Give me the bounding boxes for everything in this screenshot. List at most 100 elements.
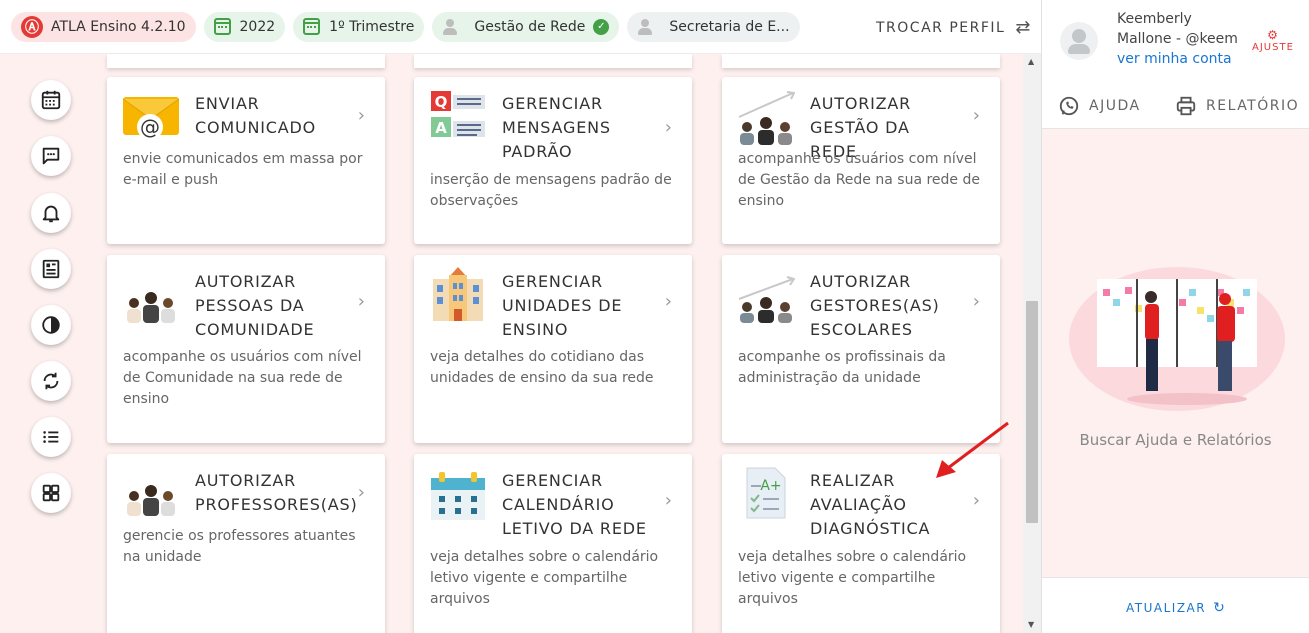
card-title: AUTORIZAR PESSOAS DA COMUNIDADE [195, 272, 315, 339]
settings-button[interactable]: ⚙ AJUSTE [1252, 28, 1294, 53]
people-growth-icon [738, 91, 795, 145]
check-icon: ✓ [593, 18, 610, 35]
sidebar-notifications-button[interactable] [31, 193, 71, 233]
calendar-icon [303, 18, 321, 35]
chevron-right-icon: › [357, 291, 365, 312]
card-description: veja detalhes do cotidiano das unidades … [430, 349, 654, 386]
account-link[interactable]: ver minha conta [1117, 51, 1232, 67]
user-name: Keemberly Mallone - @keem [1117, 11, 1238, 47]
chevron-right-icon: › [972, 490, 980, 511]
help-illustration-area: Buscar Ajuda e Relatórios [1042, 128, 1309, 578]
card-partial [107, 54, 385, 68]
card-description: gerencie os professores atuantes na unid… [123, 528, 356, 565]
calendar-board-icon [431, 472, 485, 520]
people-icon [127, 485, 175, 516]
team-board-illustration [1069, 267, 1285, 411]
newspaper-icon [42, 259, 60, 279]
app-name: ATLA Ensino 4.2.10 [51, 18, 186, 35]
period-label: 1º Trimestre [329, 18, 415, 35]
settings-label: AJUSTE [1252, 42, 1294, 53]
contrast-icon [42, 316, 60, 334]
chevron-right-icon: › [972, 105, 980, 126]
card-title: GERENCIAR MENSAGENS PADRÃO [502, 94, 611, 161]
grid-icon [42, 484, 60, 502]
secretaria-chip[interactable]: Secretaria de E... [627, 11, 800, 42]
chevron-right-icon: › [664, 117, 672, 138]
people-growth-icon [738, 276, 795, 323]
sidebar-calendar-button[interactable] [31, 80, 71, 120]
refresh-label: ATUALIZAR [1126, 601, 1207, 615]
card-enviar-comunicado[interactable]: @ ENVIAR COMUNICADO › envie comunicados … [107, 77, 385, 244]
card-autorizar-professores[interactable]: AUTORIZAR PROFESSORES(AS) › gerencie os … [107, 454, 385, 633]
report-label: RELATÓRIO [1206, 98, 1300, 114]
profile-chip[interactable]: Gestão de Rede ✓ [432, 11, 620, 42]
year-label: 2022 [239, 18, 276, 35]
annotation-arrow-icon [936, 421, 1009, 478]
sidebar-grid-button[interactable] [31, 473, 71, 513]
sidebar-sync-button[interactable] [31, 361, 71, 401]
printer-icon [1176, 96, 1196, 116]
user-icon [637, 18, 653, 35]
svg-text:@: @ [140, 115, 160, 139]
card-title: GERENCIAR UNIDADES DE ENSINO [502, 272, 623, 339]
card-description: acompanhe os profissinais da administraç… [738, 349, 946, 386]
card-description: veja detalhes sobre o calendário letivo … [738, 549, 967, 607]
sync-icon [43, 372, 59, 390]
chevron-right-icon: › [357, 105, 365, 126]
card-title: AUTORIZAR GESTORES(AS) ESCOLARES [810, 272, 940, 339]
period-chip[interactable]: 1º Trimestre [293, 11, 425, 42]
card-description: veja detalhes sobre o calendário letivo … [430, 549, 659, 607]
refresh-button[interactable]: ATUALIZAR ↻ [1126, 600, 1226, 616]
top-bar: Ⓐ ATLA Ensino 4.2.10 2022 1º Trimestre G… [0, 0, 1041, 54]
help-caption: Buscar Ajuda e Relatórios [1079, 431, 1272, 449]
card-autorizar-gestao-rede[interactable]: AUTORIZAR GESTÃO DA REDE › acompanhe os … [722, 77, 1000, 244]
atla-logo-icon: Ⓐ [21, 15, 43, 38]
bell-icon [42, 205, 60, 223]
gear-icon: ⚙ [1267, 28, 1279, 42]
card-autorizar-gestores[interactable]: AUTORIZAR GESTORES(AS) ESCOLARES › acomp… [722, 255, 1000, 443]
scroll-up-icon[interactable]: ▲ [1028, 57, 1034, 66]
svg-text:A: A [435, 119, 447, 137]
svg-text:Q: Q [435, 93, 448, 111]
test-sheet-icon: A+ [746, 467, 786, 519]
refresh-icon: ↻ [1213, 600, 1227, 616]
scroll-down-icon[interactable]: ▼ [1028, 620, 1034, 629]
sidebar-list-button[interactable] [31, 417, 71, 457]
chat-icon [42, 147, 60, 165]
secretaria-label: Secretaria de E... [669, 18, 790, 35]
switch-profile-button[interactable]: TROCAR PERFIL ⇄ [876, 17, 1032, 38]
card-gerenciar-unidades[interactable]: GERENCIAR UNIDADES DE ENSINO › veja deta… [414, 255, 692, 443]
chevron-right-icon: › [664, 291, 672, 312]
main-scrollbar[interactable]: ▲ ▼ [1023, 54, 1041, 633]
card-description: inserção de mensagens padrão de observaç… [430, 172, 672, 209]
help-label: AJUDA [1089, 98, 1141, 114]
chevron-right-icon: › [357, 482, 365, 503]
card-gerenciar-mensagens[interactable]: Q A GERENCIAR MENSAGENS PADRÃO › inserçã… [414, 77, 692, 244]
right-panel: Keemberly Mallone - @keem ver minha cont… [1041, 0, 1309, 633]
swap-arrows-icon: ⇄ [1015, 17, 1032, 38]
school-building-icon [433, 267, 483, 321]
card-autorizar-comunidade[interactable]: AUTORIZAR PESSOAS DA COMUNIDADE › acompa… [107, 255, 385, 443]
year-chip[interactable]: 2022 [203, 11, 286, 42]
app-chip[interactable]: Ⓐ ATLA Ensino 4.2.10 [11, 11, 196, 42]
card-gerenciar-calendario[interactable]: GERENCIAR CALENDÁRIO LETIVO DA REDE › ve… [414, 454, 692, 633]
sidebar-contrast-button[interactable] [31, 305, 71, 345]
sidebar-news-button[interactable] [31, 249, 71, 289]
calendar-icon [213, 18, 231, 35]
avatar [1060, 22, 1098, 60]
chevron-right-icon: › [972, 291, 980, 312]
help-button[interactable]: AJUDA [1058, 95, 1141, 117]
report-button[interactable]: RELATÓRIO [1175, 95, 1299, 117]
scrollbar-thumb[interactable] [1026, 301, 1038, 523]
card-description: acompanhe os usuários com nível de Comun… [123, 349, 362, 407]
user-icon [442, 18, 458, 35]
card-description: acompanhe os usuários com nível de Gestã… [738, 151, 980, 209]
chevron-right-icon: › [664, 490, 672, 511]
switch-profile-label: TROCAR PERFIL [876, 19, 1006, 36]
card-partial [414, 54, 692, 68]
list-icon [43, 431, 59, 443]
card-title: AUTORIZAR PROFESSORES(AS) [195, 471, 358, 514]
qa-icon: Q A [431, 91, 485, 137]
sidebar-chat-button[interactable] [31, 136, 71, 176]
calendar-icon [41, 90, 61, 110]
